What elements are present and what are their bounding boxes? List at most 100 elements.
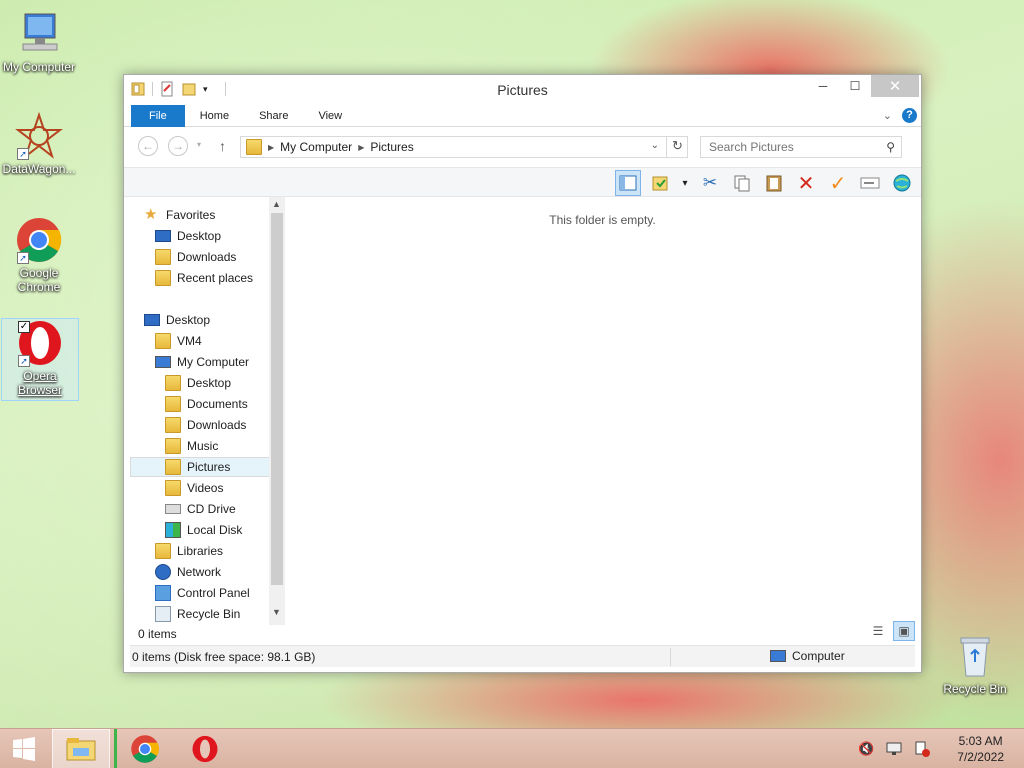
videos-folder-icon <box>165 480 181 496</box>
title-bar[interactable]: ▾ Pictures ─ ☐ ✕ <box>124 75 921 105</box>
ribbon-tabs: File Home Share View ⌄ ? <box>124 104 921 127</box>
nav-item-libraries[interactable]: Libraries <box>155 541 223 561</box>
confirm-icon[interactable]: ✓ <box>825 170 851 196</box>
tab-file[interactable]: File <box>131 104 185 127</box>
nav-label: Desktop <box>187 376 232 390</box>
datawagon-icon: ➚ <box>15 111 63 160</box>
nav-item-recycle-bin[interactable]: Recycle Bin <box>155 604 240 624</box>
nav-item-my-computer[interactable]: My Computer <box>155 352 249 372</box>
explorer-body: ★ Favorites Desktop Downloads Recent pla… <box>130 197 915 642</box>
nav-label: Favorites <box>166 208 216 222</box>
scroll-down-icon[interactable]: ▼ <box>272 607 281 617</box>
paste-icon[interactable] <box>761 170 787 196</box>
clock[interactable]: 5:03 AM 7/2/2022 <box>957 733 1004 765</box>
computer-icon <box>770 650 786 662</box>
nav-item-vm4[interactable]: VM4 <box>155 331 202 351</box>
network-icon[interactable] <box>885 740 903 758</box>
desktop-icon-label: Opera Browser <box>17 369 62 397</box>
nav-item-control-panel[interactable]: Control Panel <box>155 583 250 603</box>
tab-home[interactable]: Home <box>185 105 244 127</box>
documents-folder-icon <box>165 396 181 412</box>
nav-label: VM4 <box>177 334 202 348</box>
nav-item-network[interactable]: Network <box>155 562 221 582</box>
forward-button[interactable]: → <box>168 136 188 156</box>
maximize-button[interactable]: ☐ <box>841 75 869 97</box>
nav-item-music[interactable]: Music <box>165 436 218 456</box>
rename-icon[interactable] <box>857 170 883 196</box>
nav-item-desktop-folder[interactable]: Desktop <box>165 373 231 393</box>
search-box: ⚲ <box>700 136 902 158</box>
copy-icon[interactable] <box>729 170 755 196</box>
user-folder-icon <box>155 333 171 349</box>
options-dropdown-icon[interactable]: ▾ <box>679 170 691 196</box>
nav-item-downloads-favorite[interactable]: Downloads <box>155 247 236 267</box>
scroll-thumb[interactable] <box>271 213 283 585</box>
status-separator <box>670 648 671 666</box>
action-center-alert-icon[interactable] <box>913 740 931 758</box>
search-input[interactable] <box>701 137 876 157</box>
nav-item-pictures[interactable]: Pictures <box>130 457 270 477</box>
nav-item-recent-places[interactable]: Recent places <box>155 268 253 288</box>
chrome-icon: ➚ <box>15 216 63 264</box>
file-list[interactable]: This folder is empty. <box>290 197 915 625</box>
breadcrumb-separator-icon: ▶ <box>268 142 275 152</box>
folder-options-icon[interactable] <box>647 170 673 196</box>
preview-pane-button[interactable] <box>615 170 641 196</box>
taskbar-google-chrome[interactable] <box>114 729 172 768</box>
nav-label: Documents <box>187 397 248 411</box>
nav-label: Pictures <box>187 460 231 474</box>
up-button[interactable]: ↑ <box>219 138 226 154</box>
command-toolbar: ▾ ✂ ✕ ✓ <box>124 167 921 197</box>
tab-share[interactable]: Share <box>244 105 303 127</box>
expand-ribbon-icon[interactable]: ⌄ <box>883 109 892 122</box>
breadcrumb-pictures[interactable]: Pictures <box>370 140 413 154</box>
breadcrumb-my-computer[interactable]: My Computer <box>280 140 352 154</box>
desktop-icon-recycle-bin[interactable]: Recycle Bin <box>936 632 1014 696</box>
delete-icon[interactable]: ✕ <box>793 170 819 196</box>
nav-item-desktop-favorite[interactable]: Desktop <box>155 226 221 246</box>
tab-view[interactable]: View <box>303 105 357 127</box>
desktop-icon-my-computer[interactable]: My Computer <box>0 10 78 74</box>
system-tray: 🔇 5:03 AM 7/2/2022 <box>857 729 1024 768</box>
taskbar-file-explorer[interactable] <box>52 729 110 768</box>
details-view-icon[interactable]: ☰ <box>867 621 889 641</box>
nav-item-downloads[interactable]: Downloads <box>165 415 246 435</box>
nav-item-videos[interactable]: Videos <box>165 478 223 498</box>
shortcut-arrow-icon: ➚ <box>18 355 30 367</box>
nav-item-favorites[interactable]: ★ Favorites <box>144 205 215 225</box>
start-button[interactable] <box>0 729 48 768</box>
clock-date: 7/2/2022 <box>957 750 1004 764</box>
pictures-folder-icon <box>246 139 262 155</box>
nav-item-local-disk[interactable]: Local Disk <box>165 520 242 540</box>
shortcut-arrow-icon: ➚ <box>17 148 29 160</box>
nav-label: Desktop <box>166 313 211 327</box>
globe-icon[interactable] <box>889 170 915 196</box>
libraries-icon <box>155 543 171 559</box>
desktop-icon-opera-browser[interactable]: ✓ ➚ Opera Browser <box>1 318 79 401</box>
address-dropdown-icon[interactable]: ⌄ <box>651 140 659 151</box>
cut-icon[interactable]: ✂ <box>697 170 723 196</box>
pictures-folder-icon <box>165 459 181 475</box>
desktop-icon-datawagon[interactable]: ➚ DataWagon... <box>0 111 78 176</box>
checkbox-icon[interactable]: ✓ <box>18 321 30 333</box>
nav-scrollbar[interactable]: ▲ ▼ <box>269 197 285 625</box>
close-button[interactable]: ✕ <box>871 75 919 97</box>
downloads-folder-icon <box>165 417 181 433</box>
desktop-icon-google-chrome[interactable]: ➚ Google Chrome <box>0 216 78 294</box>
help-icon[interactable]: ? <box>902 108 917 123</box>
nav-item-cd-drive[interactable]: CD Drive <box>165 499 236 519</box>
volume-muted-icon[interactable]: 🔇 <box>857 740 875 758</box>
address-bar[interactable]: ▶ My Computer ▶ Pictures ⌄ <box>240 136 688 158</box>
refresh-button[interactable]: ↻ <box>666 136 688 158</box>
taskbar-opera[interactable] <box>176 729 234 768</box>
large-icons-view-icon[interactable]: ▣ <box>893 621 915 641</box>
minimize-button[interactable]: ─ <box>805 75 841 97</box>
back-button[interactable]: ← <box>138 136 158 156</box>
scroll-up-icon[interactable]: ▲ <box>272 199 281 209</box>
nav-item-desktop[interactable]: Desktop <box>144 310 210 330</box>
recent-locations-icon[interactable]: ▾ <box>197 140 201 149</box>
nav-item-documents[interactable]: Documents <box>165 394 248 414</box>
search-icon[interactable]: ⚲ <box>886 140 895 154</box>
star-icon: ★ <box>144 206 158 223</box>
nav-label: My Computer <box>177 355 250 369</box>
